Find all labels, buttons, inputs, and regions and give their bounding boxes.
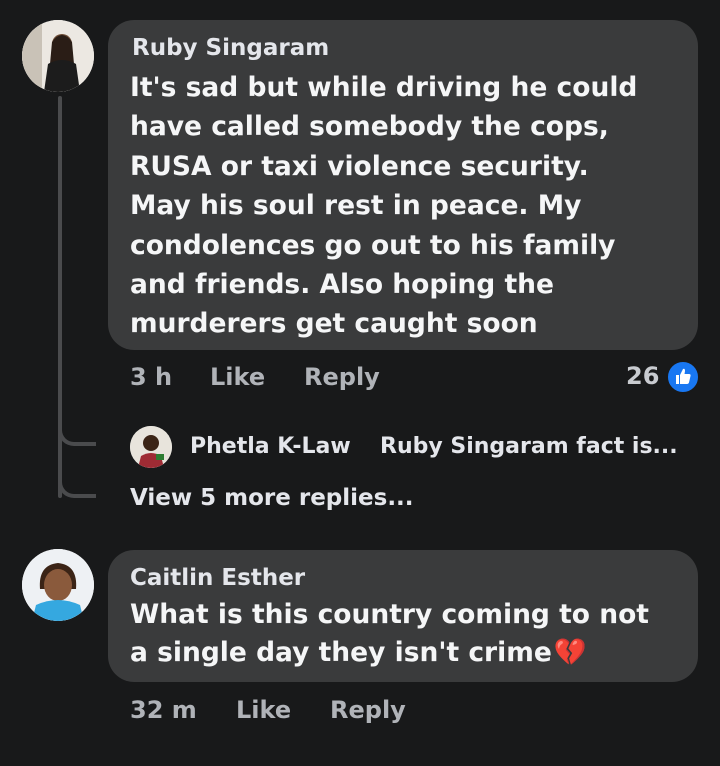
reply-avatar[interactable]: [130, 426, 172, 468]
like-button[interactable]: Like: [236, 696, 291, 724]
like-button[interactable]: Like: [210, 363, 265, 391]
user-photo-icon: [22, 20, 94, 92]
comment-line: have called somebody the cops,: [130, 111, 609, 143]
comment-bubble: Ruby Singaram It's sad but while driving…: [108, 20, 698, 350]
comment-author[interactable]: Caitlin Esther: [130, 565, 305, 591]
avatar[interactable]: [22, 20, 94, 92]
comment-line: May his soul rest in peace. My: [130, 190, 582, 222]
reaction-count[interactable]: 26: [626, 362, 659, 390]
comment-line: RUSA or taxi violence security.: [130, 150, 589, 182]
comment-text: What is this country coming to not a sin…: [130, 596, 649, 672]
reply-user-photo-icon: [130, 426, 172, 468]
comment-time[interactable]: 3 h: [130, 363, 172, 391]
avatar[interactable]: [22, 549, 94, 621]
broken-heart-icon: 💔: [553, 637, 587, 668]
comment-line-text: a single day they isn't crime: [130, 637, 552, 668]
view-more-replies[interactable]: View 5 more replies...: [130, 485, 414, 511]
comment-line: murderers get caught soon: [130, 308, 538, 340]
user-photo-icon: [22, 549, 94, 621]
comment-time[interactable]: 32 m: [130, 696, 197, 724]
reply-button[interactable]: Reply: [330, 696, 406, 724]
comment-author[interactable]: Ruby Singaram: [132, 35, 329, 61]
reply-snippet[interactable]: Ruby Singaram fact is...: [380, 434, 678, 459]
thread-branch-2: [58, 466, 96, 498]
comment-line: and friends. Also hoping the: [130, 269, 554, 301]
comment-line: a single day they isn't crime💔: [130, 634, 649, 672]
comment-text: It's sad but while driving he could have…: [130, 68, 637, 344]
thumbs-up-icon[interactable]: [666, 360, 700, 394]
thumbs-up-glyph: [676, 368, 691, 384]
comment-line: What is this country coming to not: [130, 599, 649, 630]
reply-button[interactable]: Reply: [304, 363, 380, 391]
reply-author[interactable]: Phetla K-Law: [190, 434, 351, 459]
comment-line: condolences go out to his family: [130, 229, 616, 261]
comment-bubble: Caitlin Esther What is this country comi…: [108, 550, 698, 682]
comment-line: It's sad but while driving he could: [130, 72, 638, 103]
thread-branch-1: [58, 414, 96, 446]
